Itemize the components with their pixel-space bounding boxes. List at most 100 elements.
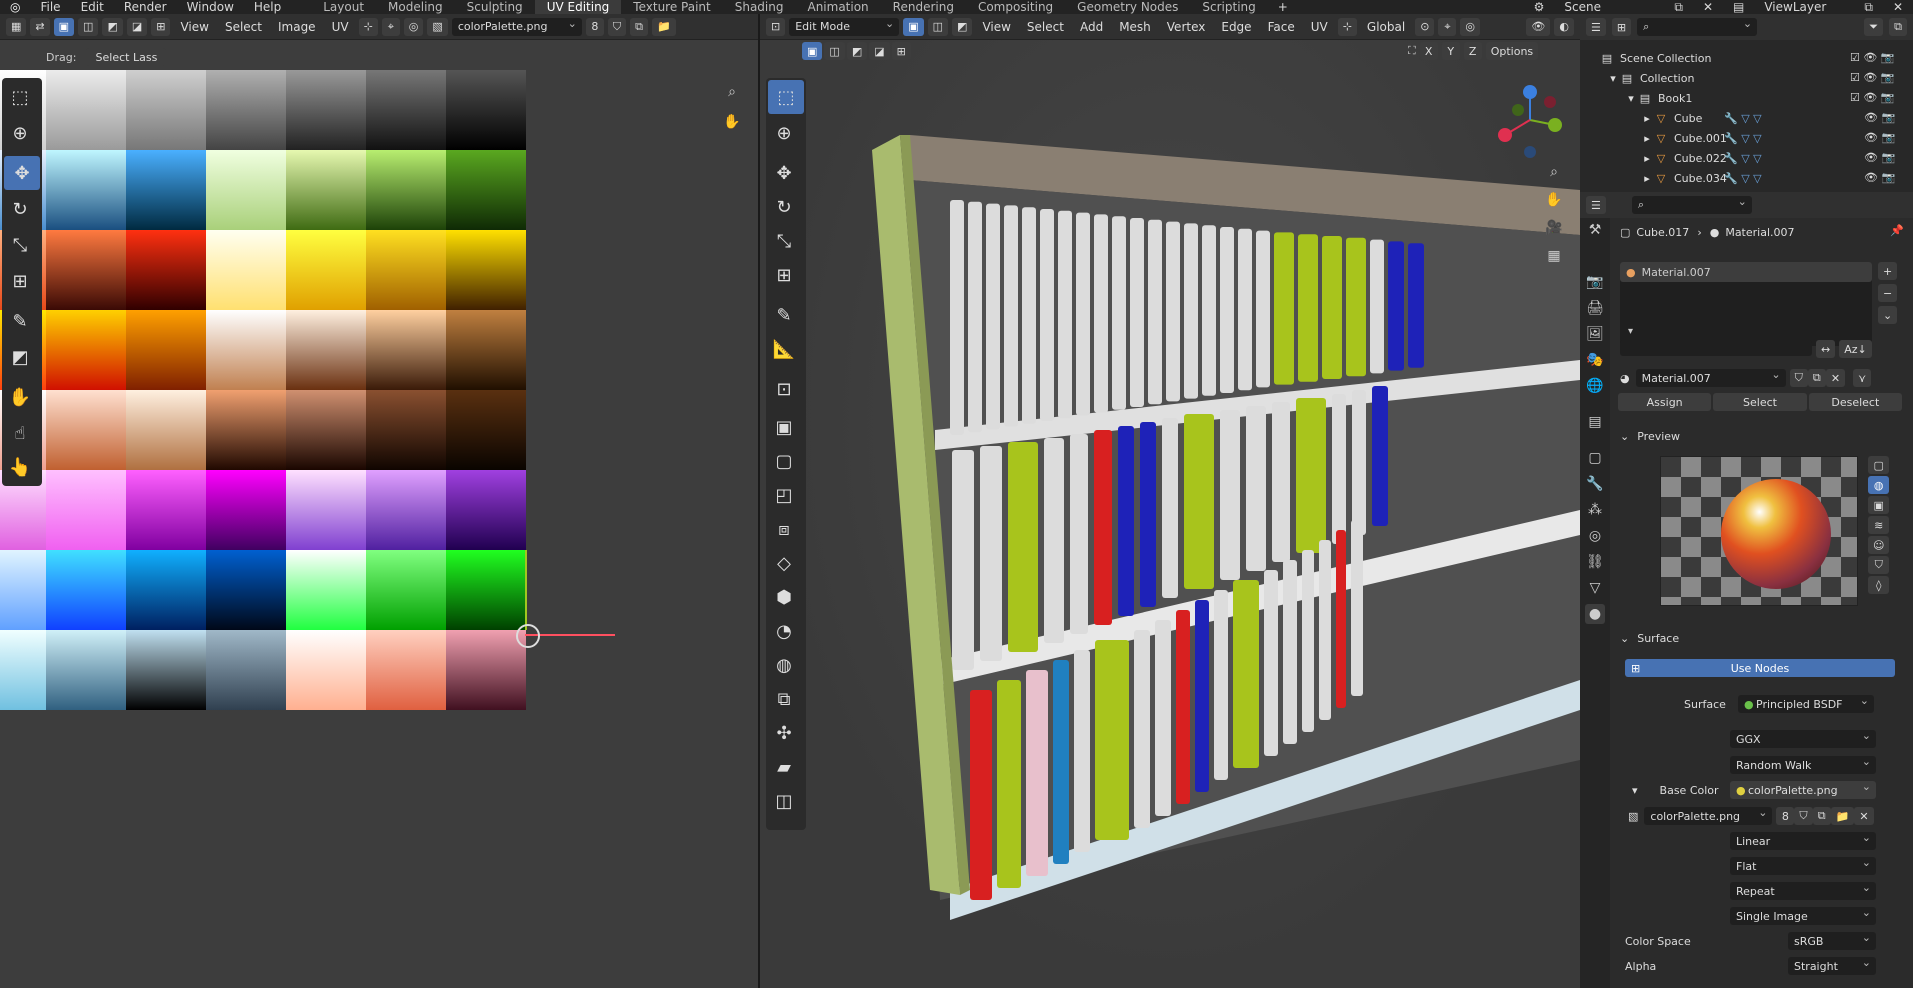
preview-flat-icon[interactable]: ▢ [1868, 456, 1890, 474]
menu-add[interactable]: Add [1074, 20, 1109, 34]
editor-type-icon[interactable]: ☰ [1586, 18, 1606, 36]
menu-help[interactable]: Help [244, 0, 291, 14]
tab-layout[interactable]: Layout [311, 0, 376, 14]
tab-rendering[interactable]: Rendering [881, 0, 966, 14]
select-button[interactable]: Select [1713, 393, 1807, 411]
menu-view[interactable]: View [174, 20, 214, 34]
fake-user-icon[interactable]: ⛉ [607, 17, 627, 36]
rotate-tool-icon[interactable]: ↻ [766, 190, 802, 224]
transform-orientation[interactable]: Global [1361, 20, 1411, 34]
particles-tab-icon[interactable]: ⁂ [1585, 500, 1605, 520]
data-tab-icon[interactable]: ▽ [1585, 578, 1605, 598]
physics-tab-icon[interactable]: ◎ [1585, 526, 1605, 546]
close-icon[interactable]: ✕ [1693, 0, 1723, 14]
base-color-row[interactable]: ▾ Base Color [1632, 780, 1720, 800]
outliner-item[interactable]: ▸ ▽ Cube.001 🔧 ▽ ▽ [1640, 128, 1761, 148]
shear-icon[interactable]: ▰ [766, 750, 802, 784]
tab-scripting[interactable]: Scripting [1190, 0, 1267, 14]
output-tab-icon[interactable]: 🖨 [1585, 298, 1605, 318]
move-tool-icon[interactable]: ✥ [4, 156, 40, 190]
preview-cube-icon[interactable]: ▣ [1868, 496, 1890, 514]
use-nodes-button[interactable]: ⊞ Use Nodes [1625, 659, 1895, 677]
interpolation-dropdown[interactable]: Linear [1730, 831, 1876, 850]
outliner-search-input[interactable]: ⌕ [1637, 17, 1758, 36]
annotate-tool-icon[interactable]: ✎ [766, 298, 802, 332]
preview-sphere-icon[interactable]: ◍ [1868, 476, 1890, 494]
shrink-fatten-icon[interactable]: ✣ [766, 716, 802, 750]
deselect-button[interactable]: Deselect [1808, 393, 1902, 411]
pan-hand-icon[interactable]: ✋ [1544, 190, 1564, 210]
blender-logo-icon[interactable]: ◎ [0, 0, 30, 14]
expand-icon[interactable]: ▸ [1640, 111, 1654, 125]
expand-icon[interactable]: ▸ [1640, 151, 1654, 165]
modifier-tab-icon[interactable]: 🔧 [1585, 474, 1605, 494]
tool-tab-icon[interactable]: ⚒ [1585, 220, 1605, 240]
duplicate-icon[interactable]: ⧉ [1812, 807, 1831, 825]
menu-view[interactable]: View [976, 20, 1016, 34]
editor-type-icon[interactable]: ⊡ [766, 17, 786, 36]
menu-render[interactable]: Render [114, 0, 177, 14]
open-image-icon[interactable]: 📁 [652, 17, 676, 36]
add-cube-icon[interactable]: ⊡ [766, 372, 802, 406]
image-name-field[interactable]: colorPalette.png [451, 17, 582, 36]
mode-dropdown[interactable]: Edit Mode [789, 17, 900, 36]
add-slot-icon[interactable]: + [1878, 262, 1898, 280]
uv-sync-icon[interactable]: ⇄ [30, 17, 50, 36]
rip-tool-icon[interactable]: ◩ [2, 340, 38, 374]
new-collection-icon[interactable]: ⧉ [1889, 18, 1907, 36]
editor-type-icon[interactable]: ☰ [1586, 196, 1606, 214]
outliner-item[interactable]: ▸ ▽ Cube.034 🔧 ▽ ▽ [1640, 168, 1761, 188]
navigation-gizmo[interactable] [1490, 80, 1570, 160]
outliner-book1[interactable]: ▾ ▤ Book1 [1624, 88, 1692, 108]
scale-tool-icon[interactable]: ⤡ [766, 224, 802, 258]
link-icon[interactable]: ⋎ [1853, 369, 1872, 387]
proportional-icon[interactable]: ◎ [1460, 17, 1481, 36]
menu-face[interactable]: Face [1262, 20, 1301, 34]
fake-user-icon[interactable]: ⛉ [1789, 369, 1808, 387]
drag-select-dropdown[interactable]: Select Lass [86, 48, 167, 66]
scene-tab-icon[interactable]: 🎭 [1585, 350, 1605, 370]
outliner-scene-collection[interactable]: ▤ Scene Collection [1600, 48, 1712, 68]
relax-tool-icon[interactable]: ☝ [2, 416, 38, 450]
view-layer-name[interactable]: ViewLayer [1754, 0, 1854, 14]
extension-dropdown[interactable]: Repeat [1730, 881, 1876, 900]
extrude-icon[interactable]: ▣ [766, 410, 802, 444]
measure-tool-icon[interactable]: 📐 [766, 332, 802, 366]
island-select-icon[interactable]: ◪ [126, 17, 148, 36]
scene-name[interactable]: Scene [1554, 0, 1664, 14]
grab-tool-icon[interactable]: ✋ [2, 380, 38, 414]
outliner-collection[interactable]: ▾ ▤ Collection [1606, 68, 1694, 88]
knife-icon[interactable]: ◇ [766, 546, 802, 580]
subsurface-method-dropdown[interactable]: Random Walk [1730, 755, 1876, 774]
visibility-toggles[interactable]: ☑ 👁 📷 ☑ 👁 📷 ☑ 👁 📷 👁 📷 👁 📷 👁 📷 👁 📷 [1850, 48, 1895, 188]
open-image-icon[interactable]: 📁 [1830, 807, 1855, 825]
preview-cloth-icon[interactable]: ⛉ [1868, 556, 1890, 574]
image-browse-icon[interactable]: ▧ [427, 17, 448, 36]
view-layer-tab-icon[interactable]: 🖼 [1585, 324, 1605, 344]
pinch-tool-icon[interactable]: 👆 [2, 450, 38, 484]
tab-sculpting[interactable]: Sculpting [455, 0, 535, 14]
edge-mode-icon[interactable]: ◫ [927, 17, 949, 36]
surface-shader-field[interactable]: ● Principled BSDF [1738, 694, 1874, 713]
tab-animation[interactable]: Animation [795, 0, 880, 14]
edge-select-icon[interactable]: ◫ [78, 17, 99, 36]
tab-shading[interactable]: Shading [723, 0, 796, 14]
move-tool-icon[interactable]: ✥ [766, 156, 802, 190]
material-name-field[interactable]: Material.007 [1635, 368, 1786, 387]
grid-icon[interactable]: ▦ [1544, 246, 1564, 266]
assign-button[interactable]: Assign [1618, 393, 1712, 411]
transform-tool-icon[interactable]: ⊞ [766, 258, 802, 292]
overlay-icon[interactable]: ◐ [1554, 17, 1574, 36]
expand-icon[interactable]: ▸ [1640, 171, 1654, 185]
menu-mesh[interactable]: Mesh [1113, 20, 1157, 34]
uv-cursor-icon[interactable] [516, 624, 540, 648]
pin-icon[interactable]: 📌 [1890, 224, 1904, 237]
face-mode-icon[interactable]: ◩ [952, 17, 973, 36]
preview-panel-header[interactable]: ⌄ Preview [1620, 426, 1680, 446]
add-workspace-icon[interactable]: + [1268, 0, 1298, 14]
cursor-tool-icon[interactable]: ⊕ [2, 116, 38, 150]
tab-compositing[interactable]: Compositing [966, 0, 1065, 14]
surface-panel-header[interactable]: ⌄ Surface [1620, 628, 1679, 648]
new-image-icon[interactable]: ⧉ [630, 17, 649, 36]
pivot-icon[interactable]: ⊙ [1415, 17, 1435, 36]
